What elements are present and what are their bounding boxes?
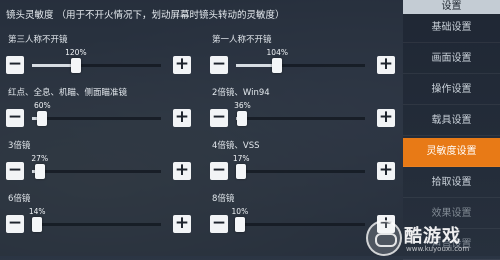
increase-button[interactable]: + — [377, 162, 395, 180]
slider-value: 104% — [266, 48, 288, 57]
sidebar-tab[interactable]: 拾取设置 — [403, 169, 500, 198]
increase-button[interactable]: + — [173, 56, 191, 74]
slider-value: 14% — [28, 207, 46, 216]
slider-track[interactable] — [32, 170, 161, 173]
sidebar-title: 设置 — [403, 0, 500, 14]
sensitivity-setting: 4倍镜、VSS 17% − + — [210, 139, 395, 193]
sensitivity-setting: 红点、全息、机瞄、侧面瞄准镜 60% − + — [6, 86, 191, 140]
settings-sidebar: 设置 基础设置 画面设置 操作设置 载具设置 灵敏度设置 拾取设置 效果设置 声音设置 — [403, 0, 500, 260]
decrease-button[interactable]: − — [6, 109, 24, 127]
increase-button[interactable]: + — [377, 56, 395, 74]
setting-label: 6倍镜 — [8, 194, 31, 204]
increase-button[interactable]: + — [173, 109, 191, 127]
slider-thumb[interactable] — [236, 164, 247, 179]
setting-label: 3倍镜 — [8, 141, 31, 151]
slider-fill — [236, 64, 278, 67]
watermark-url: www.kuyouxi.com — [406, 245, 470, 253]
decrease-button[interactable]: − — [6, 215, 24, 233]
sensitivity-setting: 2倍镜、Win94 36% − + — [210, 86, 395, 140]
decrease-button[interactable]: − — [210, 109, 228, 127]
setting-label: 8倍镜 — [212, 194, 235, 204]
watermark: 酷游戏 www.kuyouxi.com — [366, 220, 496, 256]
slider-fill — [32, 64, 76, 67]
setting-label: 4倍镜、VSS — [212, 141, 260, 151]
sidebar-tab[interactable]: 基础设置 — [403, 14, 500, 43]
sidebar-tab[interactable]: 灵敏度设置 — [403, 138, 500, 167]
slider-value: 17% — [232, 154, 250, 163]
decrease-button[interactable]: − — [210, 162, 228, 180]
decrease-button[interactable]: − — [210, 56, 228, 74]
setting-label: 红点、全息、机瞄、侧面瞄准镜 — [8, 88, 128, 98]
slider-track[interactable] — [32, 64, 161, 67]
sidebar-tab[interactable]: 画面设置 — [403, 45, 500, 74]
slider-track[interactable] — [32, 117, 161, 120]
slider-value: 10% — [231, 207, 249, 216]
slider-track[interactable] — [32, 223, 161, 226]
setting-label: 第一人称不开镜 — [212, 35, 272, 45]
slider-thumb[interactable] — [272, 58, 283, 73]
slider-value: 27% — [31, 154, 49, 163]
slider-thumb[interactable] — [70, 58, 81, 73]
sensitivity-setting: 6倍镜 14% − + — [6, 192, 191, 246]
sensitivity-setting: 3倍镜 27% − + — [6, 139, 191, 193]
sensitivity-setting: 第一人称不开镜 104% − + — [210, 33, 395, 87]
decrease-button[interactable]: − — [210, 215, 228, 233]
setting-label: 第三人称不开镜 — [8, 35, 68, 45]
sidebar-tab[interactable]: 操作设置 — [403, 76, 500, 105]
decrease-button[interactable]: − — [6, 162, 24, 180]
sidebar-tab[interactable]: 载具设置 — [403, 107, 500, 136]
setting-label: 2倍镜、Win94 — [212, 88, 270, 98]
section-title: 镜头灵敏度 （用于不开火情况下，划动屏幕时镜头转动的灵敏度） — [6, 10, 285, 21]
decrease-button[interactable]: − — [6, 56, 24, 74]
increase-button[interactable]: + — [377, 109, 395, 127]
slider-track[interactable] — [236, 117, 365, 120]
sensitivity-setting: 第三人称不开镜 120% − + — [6, 33, 191, 87]
slider-thumb[interactable] — [37, 111, 48, 126]
increase-button[interactable]: + — [173, 215, 191, 233]
slider-track[interactable] — [236, 64, 365, 67]
sensitivity-panel: 镜头灵敏度 （用于不开火情况下，划动屏幕时镜头转动的灵敏度） 第三人称不开镜 12… — [0, 0, 403, 256]
slider-value: 120% — [65, 48, 87, 57]
gamepad-logo-icon — [366, 220, 402, 256]
increase-button[interactable]: + — [173, 162, 191, 180]
slider-value: 36% — [234, 101, 251, 110]
slider-thumb[interactable] — [234, 217, 245, 232]
slider-thumb[interactable] — [34, 164, 45, 179]
slider-track[interactable] — [236, 170, 365, 173]
slider-value: 60% — [33, 101, 51, 110]
slider-track[interactable] — [236, 223, 365, 226]
slider-thumb[interactable] — [32, 217, 43, 232]
slider-thumb[interactable] — [237, 111, 248, 126]
